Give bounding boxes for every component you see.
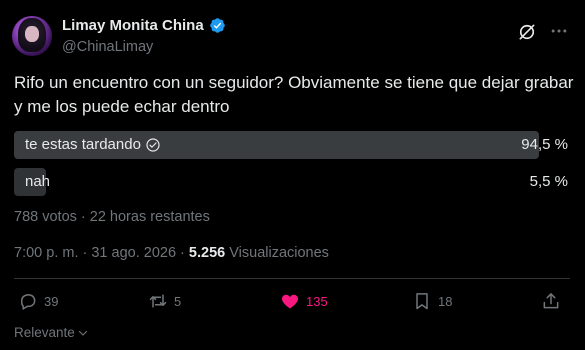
views-count: 5.256 [188, 245, 226, 261]
avatar-face [25, 26, 39, 42]
sort-dropdown[interactable]: Relevante [14, 325, 89, 340]
tweet-text: Rifo un encuentro con un seguidor? Obvia… [14, 73, 574, 116]
repost-button[interactable]: 5 [148, 291, 181, 311]
check-circle-icon [146, 137, 160, 152]
poll-option: te estas tardando 94,5 % [14, 131, 570, 159]
sort-label: Relevante [14, 325, 75, 340]
tweet-header: Limay Monita China @ChinaLimay [12, 12, 573, 56]
grok-icon[interactable] [517, 22, 537, 42]
repost-count: 5 [174, 293, 182, 309]
poll-option-label: te estas tardando [25, 136, 141, 153]
divider [14, 278, 570, 279]
poll-option-percent: 94,5 % [521, 136, 568, 153]
bookmark-icon [416, 293, 428, 310]
heart-icon [281, 294, 299, 309]
like-button[interactable]: 135 [280, 291, 328, 311]
views-label: Visualizaciones [225, 245, 329, 261]
reply-icon [21, 294, 36, 310]
poll-option: nah 5,5 % [14, 168, 570, 196]
avatar[interactable] [12, 16, 52, 56]
verified-badge-icon [209, 18, 225, 33]
share-icon [543, 293, 559, 309]
bookmark-count: 18 [438, 293, 453, 309]
tweet-time-date[interactable]: 7:00 p. m. · 31 ago. 2026 · [14, 245, 189, 261]
poll-meta: 788 votos · 22 horas restantes [14, 209, 210, 225]
bookmark-button[interactable]: 18 [412, 291, 452, 311]
author-handle[interactable]: @ChinaLimay [62, 39, 153, 55]
more-options-icon[interactable] [549, 21, 569, 41]
poll-option-label-row: nah [25, 173, 50, 190]
author-name-row: Limay Monita China [62, 17, 226, 34]
poll-option-label-row: te estas tardando [25, 136, 161, 153]
tweet-timestamp-row: 7:00 p. m. · 31 ago. 2026 · 5.256 Visual… [14, 245, 329, 261]
like-count: 135 [306, 293, 328, 309]
action-bar: 39 5 135 18 [14, 291, 570, 315]
reply-count: 39 [44, 293, 59, 309]
poll-option-label: nah [25, 173, 51, 190]
poll-option-percent: 5,5 % [529, 173, 568, 190]
author-name[interactable]: Limay Monita China [62, 17, 204, 34]
chevron-down-icon [78, 330, 87, 336]
share-button[interactable] [541, 291, 561, 311]
repost-icon [149, 294, 167, 308]
reply-button[interactable]: 39 [18, 291, 58, 311]
